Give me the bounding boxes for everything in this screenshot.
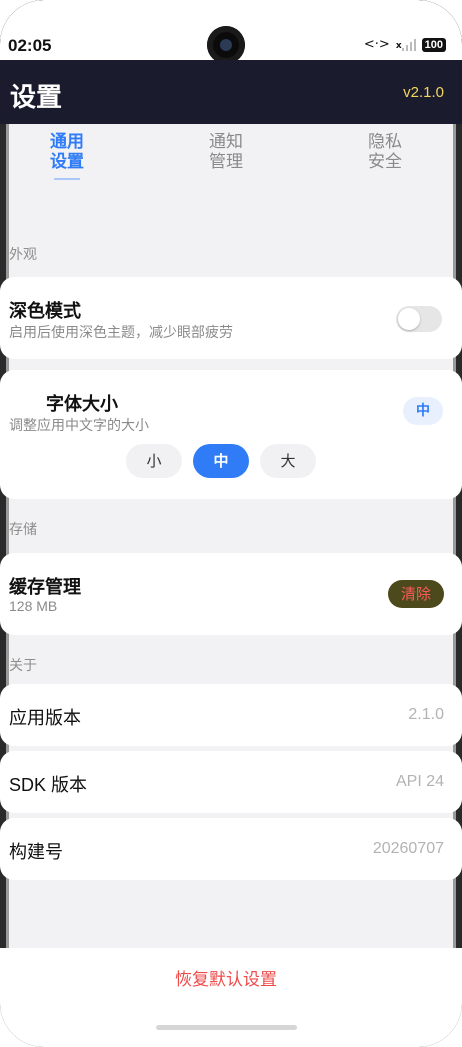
font-size-small-button[interactable]: 小 [126, 444, 182, 478]
font-size-medium-button[interactable]: 中 [193, 444, 249, 478]
sdk-version-label: SDK 版本 [9, 775, 88, 795]
dark-mode-title: 深色模式 [9, 301, 81, 322]
build-number-label: 构建号 [9, 842, 63, 863]
section-label-appearance: 外观 [9, 247, 37, 263]
tab-notifications[interactable]: 通知 管理 [196, 132, 256, 172]
app-version-value: 2.1.0 [408, 706, 444, 723]
font-size-subtitle: 调整应用中文字的大小 [9, 418, 149, 434]
tab-notifications-label-line1: 通知 [209, 132, 243, 152]
font-size-badge: 中 [403, 397, 443, 425]
cache-row: 缓存管理 128 MB 清除 [0, 553, 462, 635]
font-size-title: 字体大小 [46, 394, 118, 415]
status-bar: 02:05 <·> x 100 [0, 0, 462, 64]
network-icon: <·> [363, 37, 390, 52]
phone-screen: 02:05 <·> x 100 设置 v2.1.0 通用 设置 通知 管理 隐私… [0, 0, 462, 1047]
sdk-version-value: API 24 [395, 773, 444, 790]
font-size-large-button[interactable]: 大 [260, 444, 316, 478]
dark-mode-toggle[interactable] [396, 306, 442, 332]
tab-general[interactable]: 通用 设置 [37, 132, 97, 180]
tab-general-label-line2: 设置 [50, 152, 84, 172]
clear-cache-button[interactable]: 清除 [388, 580, 444, 608]
battery-icon: 100 [421, 37, 446, 52]
build-number-row: 构建号 20260707 [0, 818, 462, 880]
status-time: 02:05 [8, 36, 52, 55]
signal-icon: x [396, 38, 416, 51]
tab-privacy[interactable]: 隐私 安全 [355, 132, 415, 172]
app-version-label: 应用版本 [9, 708, 81, 729]
home-indicator[interactable] [156, 1025, 297, 1030]
bottom-bar: 恢复默认设置 [0, 948, 462, 1047]
sdk-version-row: SDK 版本 API 24 [0, 751, 462, 813]
build-number-value: 20260707 [372, 840, 444, 857]
tab-privacy-label-line1: 隐私 [368, 132, 402, 152]
tab-bar: 通用 设置 通知 管理 隐私 安全 [0, 124, 462, 194]
toggle-knob [398, 308, 420, 330]
tab-general-label-line1: 通用 [50, 132, 84, 152]
tab-notifications-label-line2: 管理 [209, 152, 243, 172]
dark-mode-subtitle: 启用后使用深色主题，减少眼部疲劳 [9, 325, 233, 341]
app-header: 设置 v2.1.0 [0, 60, 462, 124]
page-title: 设置 [10, 83, 63, 113]
section-label-storage: 存储 [9, 522, 37, 538]
reset-defaults-button[interactable]: 恢复默认设置 [0, 962, 452, 998]
dark-mode-row: 深色模式 启用后使用深色主题，减少眼部疲劳 [0, 277, 462, 359]
cache-title: 缓存管理 [9, 577, 81, 598]
status-icons: <·> x 100 [364, 37, 446, 52]
app-version-row: 应用版本 2.1.0 [0, 684, 462, 746]
version-label: v2.1.0 [403, 84, 444, 101]
section-label-about: 关于 [9, 658, 37, 674]
font-size-row: 字体大小 调整应用中文字的大小 中 [0, 370, 462, 499]
tab-active-indicator [54, 178, 80, 180]
tab-privacy-label-line2: 安全 [368, 152, 402, 172]
cache-size: 128 MB [9, 598, 58, 614]
front-camera [207, 26, 245, 64]
